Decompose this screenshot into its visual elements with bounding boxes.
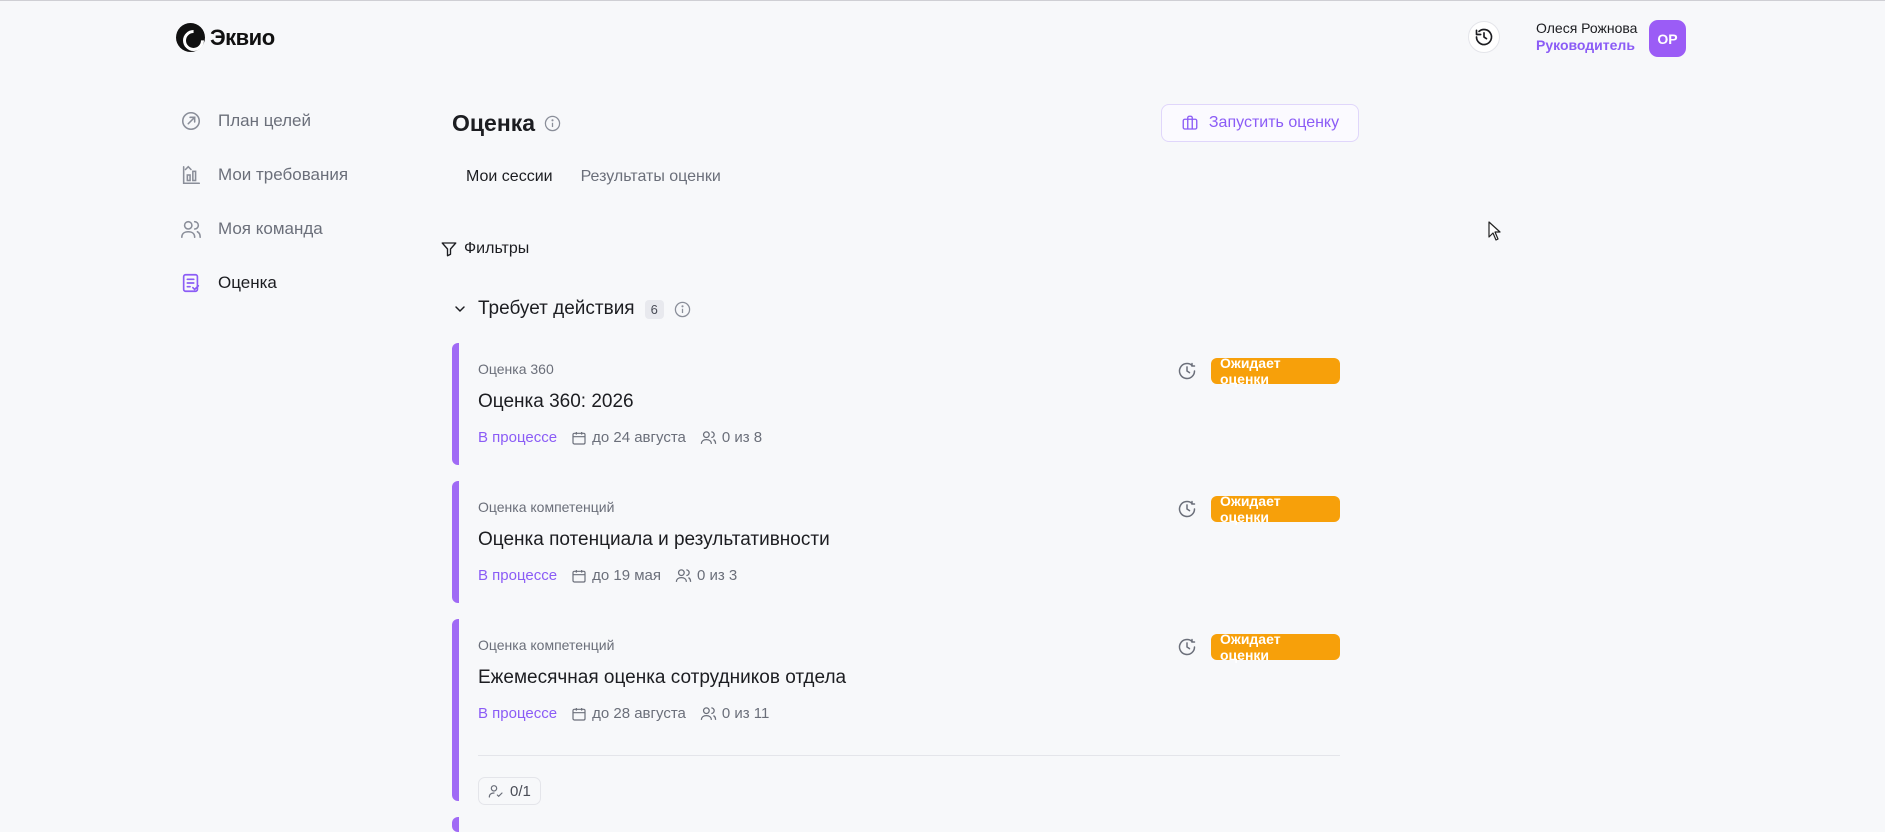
status-badge: Ожидает оценки [1211, 631, 1340, 663]
participants-icon [675, 569, 692, 582]
card-participants-text: 0 из 3 [697, 567, 738, 584]
participants-icon [700, 707, 717, 720]
logo-mark-icon [176, 23, 205, 52]
card-type: Оценка 360 [478, 361, 554, 377]
card-deadline-text: до 24 августа [592, 429, 686, 446]
mouse-cursor-icon [1488, 221, 1501, 241]
card-deadline: до 24 августа [571, 429, 686, 446]
avatar[interactable]: ОР [1649, 20, 1686, 57]
info-icon[interactable] [674, 301, 691, 318]
card-meta: В процессе до 19 мая 0 из 3 [478, 567, 737, 584]
card-type: Оценка компетенций [478, 637, 615, 653]
card-meta: В процессе до 28 августа 0 из 11 [478, 705, 769, 722]
page-title: Оценка [452, 110, 561, 137]
card-accent-bar [452, 481, 459, 603]
sidebar-item-team[interactable]: Моя команда [180, 202, 440, 256]
session-card[interactable]: Оценка компетенций Оценка потенциала и р… [452, 481, 1340, 603]
sidebar-item-assessment[interactable]: Оценка [180, 256, 440, 310]
clock-icon[interactable] [1177, 499, 1197, 519]
card-participants: 0 из 8 [700, 429, 762, 446]
user-role: Руководитель [1536, 37, 1635, 53]
calendar-icon [572, 569, 586, 583]
card-status: В процессе [478, 429, 558, 446]
sidebar-item-label: Моя команда [218, 219, 323, 238]
chevron-down-icon[interactable] [452, 301, 468, 317]
status-badge: Ожидает оценки [1211, 355, 1340, 387]
session-card[interactable]: Оценка 360 Оценка 360: 2026 В процессе д… [452, 343, 1340, 465]
history-button[interactable] [1468, 21, 1500, 53]
logo[interactable]: Эквио [176, 23, 275, 52]
card-title: Оценка потенциала и результативности [478, 529, 830, 550]
team-icon [180, 218, 202, 240]
card-participants: 0 из 11 [700, 705, 770, 722]
session-card[interactable]: Оценка компетенций Ежемесячная оценка со… [452, 619, 1340, 805]
progress-chip[interactable]: 0/1 [478, 777, 541, 805]
card-deadline: до 19 мая [571, 567, 661, 584]
user-check-icon [488, 785, 503, 798]
card-status: В процессе [478, 567, 558, 584]
card-accent-bar [452, 817, 459, 832]
card-deadline-text: до 19 мая [592, 567, 661, 584]
chart-requirements-icon [180, 164, 202, 186]
card-title: Ежемесячная оценка сотрудников отдела [478, 667, 847, 688]
card-participants-text: 0 из 11 [721, 705, 770, 722]
filter-icon [441, 242, 457, 257]
calendar-icon [572, 431, 586, 445]
logo-text: Эквио [210, 24, 275, 50]
user-name: Олеся Рожнова [1536, 20, 1638, 36]
briefcase-icon [1182, 115, 1198, 130]
tab-my-sessions[interactable]: Мои сессии [452, 168, 567, 192]
sidebar-item-goals[interactable]: План целей [180, 94, 440, 148]
card-participants-text: 0 из 8 [721, 429, 763, 446]
history-clock-icon [1475, 28, 1493, 46]
card-accent-bar [452, 343, 459, 465]
sidebar-item-label: План целей [218, 111, 312, 130]
clock-icon[interactable] [1177, 637, 1197, 657]
sidebar-item-requirements[interactable]: Мои требования [180, 148, 440, 202]
status-badge: Ожидает оценки [1211, 493, 1340, 525]
progress-chip-text: 0/1 [510, 782, 531, 800]
page-title-text: Оценка [452, 110, 536, 136]
user-info[interactable]: Олеся Рожнова Руководитель [1536, 20, 1637, 54]
card-deadline: до 28 августа [571, 705, 686, 722]
info-icon[interactable] [544, 115, 561, 132]
sidebar-item-label: Мои требования [218, 165, 349, 184]
participants-icon [700, 431, 717, 444]
card-accent-bar [452, 619, 459, 801]
assessment-doc-icon [180, 272, 202, 294]
card-status: В процессе [478, 705, 558, 722]
card-divider [478, 755, 1340, 756]
sidebar: План целей Мои требования Моя команда Оц… [180, 94, 440, 310]
target-arrow-icon [180, 110, 202, 132]
card-title: Оценка 360: 2026 [478, 391, 634, 412]
clock-icon[interactable] [1177, 361, 1197, 381]
calendar-icon [572, 707, 586, 721]
session-card-partial[interactable] [452, 817, 1340, 832]
tabs: Мои сессии Результаты оценки [452, 168, 735, 192]
card-participants: 0 из 3 [675, 567, 737, 584]
launch-assessment-label: Запустить оценку [1208, 114, 1340, 131]
tab-assessment-results[interactable]: Результаты оценки [567, 168, 735, 192]
filters-label: Фильтры [464, 240, 530, 257]
card-deadline-text: до 28 августа [592, 705, 686, 722]
card-meta: В процессе до 24 августа 0 из 8 [478, 429, 762, 446]
top-border [0, 0, 1885, 1]
sidebar-item-label: Оценка [218, 273, 277, 292]
launch-assessment-button[interactable]: Запустить оценку [1161, 104, 1359, 142]
card-type: Оценка компетенций [478, 499, 615, 515]
filters-button[interactable]: Фильтры [440, 240, 529, 258]
group-title: Требует действия [478, 298, 635, 319]
group-count-badge: 6 [644, 299, 664, 319]
group-header[interactable]: Требует действия 6 [452, 298, 691, 320]
